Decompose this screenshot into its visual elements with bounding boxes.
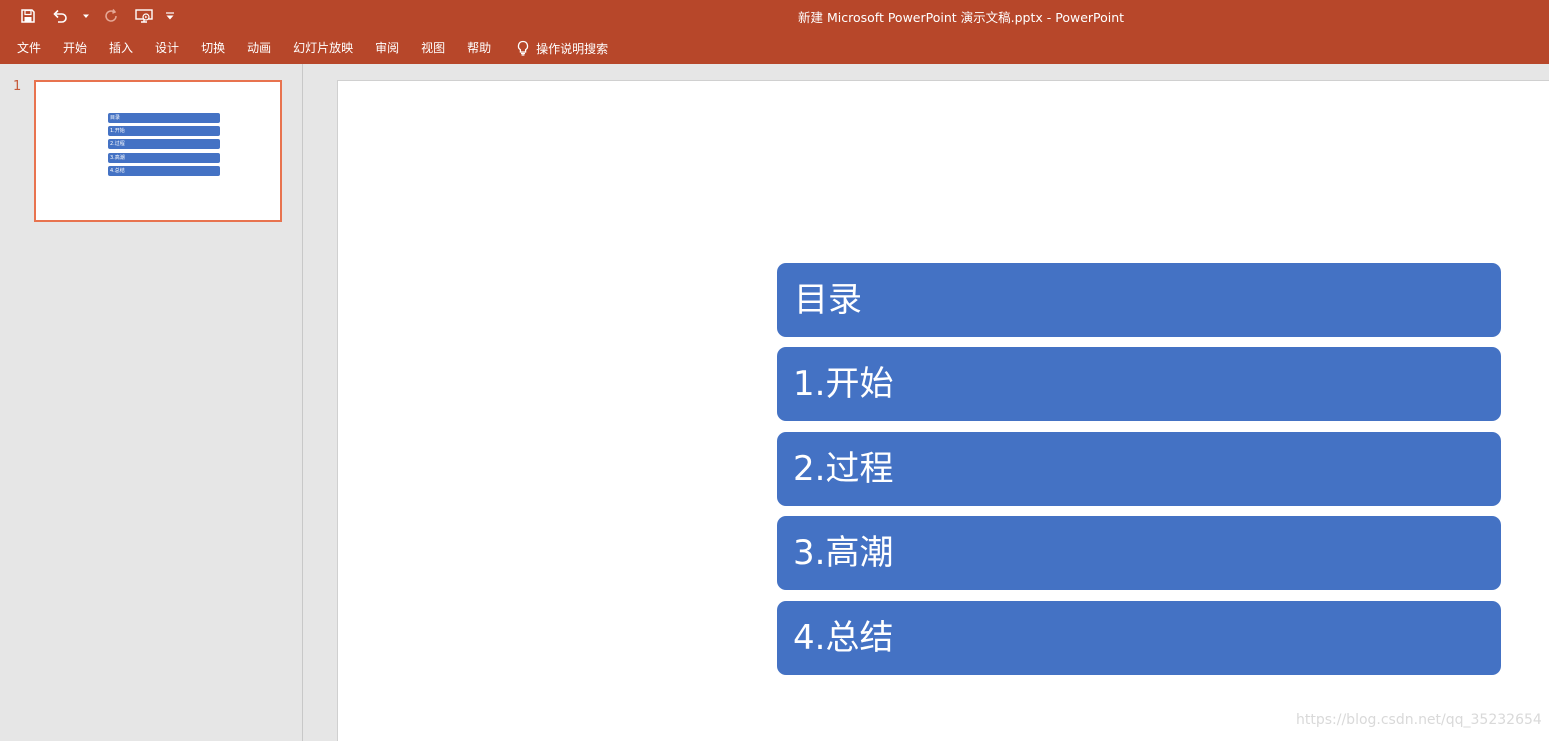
toc-item-box[interactable]: 4.总结 bbox=[777, 601, 1501, 675]
undo-icon bbox=[53, 9, 67, 23]
save-button[interactable] bbox=[14, 4, 42, 28]
undo-button[interactable] bbox=[46, 4, 74, 28]
toc-item-box[interactable]: 3.高潮 bbox=[777, 516, 1501, 590]
undo-dropdown-icon bbox=[83, 14, 89, 18]
tab-file[interactable]: 文件 bbox=[6, 32, 52, 64]
tab-transitions[interactable]: 切换 bbox=[190, 32, 236, 64]
customize-toolbar-icon bbox=[166, 12, 174, 20]
tab-slide-show[interactable]: 幻灯片放映 bbox=[282, 32, 364, 64]
tab-animations[interactable]: 动画 bbox=[236, 32, 282, 64]
tell-me-search[interactable]: 操作说明搜索 bbox=[516, 40, 608, 57]
tab-help[interactable]: 帮助 bbox=[456, 32, 502, 64]
present-from-start-icon bbox=[135, 9, 153, 23]
window-title: 新建 Microsoft PowerPoint 演示文稿.pptx - Powe… bbox=[798, 10, 1125, 25]
slide-canvas[interactable]: 目录 1.开始 2.过程 3.高潮 4.总结 bbox=[337, 80, 1549, 741]
tab-home[interactable]: 开始 bbox=[52, 32, 98, 64]
powerpoint-window: 新建 Microsoft PowerPoint 演示文稿.pptx - Powe… bbox=[0, 0, 1549, 741]
ribbon-tab-bar: 文件 开始 插入 设计 切换 动画 幻灯片放映 审阅 视图 帮助 操作说明搜索 bbox=[0, 32, 1549, 64]
tab-review[interactable]: 审阅 bbox=[364, 32, 410, 64]
slide-editor: 目录 1.开始 2.过程 3.高潮 4.总结 bbox=[303, 64, 1549, 741]
ribbon-tabs: 文件 开始 插入 设计 切换 动画 幻灯片放映 审阅 视图 帮助 操作说明搜索 bbox=[6, 32, 608, 64]
tab-design[interactable]: 设计 bbox=[144, 32, 190, 64]
slide-thumbnail-pane: 1 目录 1.开始 2.过程 3.高潮 4.总结 bbox=[0, 64, 303, 741]
tab-insert[interactable]: 插入 bbox=[98, 32, 144, 64]
watermark: https://blog.csdn.net/qq_35232654 bbox=[1296, 712, 1542, 728]
save-icon bbox=[21, 9, 35, 23]
slide-number: 1 bbox=[13, 79, 22, 94]
title-bar: 新建 Microsoft PowerPoint 演示文稿.pptx - Powe… bbox=[0, 0, 1549, 32]
thumbnail-item: 4.总结 bbox=[108, 166, 220, 176]
redo-icon bbox=[105, 9, 117, 22]
quick-access-toolbar bbox=[14, 4, 178, 28]
thumbnail-item: 目录 bbox=[108, 113, 220, 123]
customize-toolbar-button[interactable] bbox=[162, 4, 178, 28]
tell-me-label: 操作说明搜索 bbox=[536, 41, 609, 56]
thumbnail-item: 3.高潮 bbox=[108, 153, 220, 163]
present-from-start-button[interactable] bbox=[130, 4, 158, 28]
slide-thumbnail[interactable]: 目录 1.开始 2.过程 3.高潮 4.总结 bbox=[34, 80, 282, 222]
toc-title-box[interactable]: 目录 bbox=[777, 263, 1501, 337]
thumbnail-item: 1.开始 bbox=[108, 126, 220, 136]
thumbnail-item: 2.过程 bbox=[108, 139, 220, 149]
toc-item-box[interactable]: 2.过程 bbox=[777, 432, 1501, 506]
tab-view[interactable]: 视图 bbox=[410, 32, 456, 64]
undo-dropdown-button[interactable] bbox=[78, 4, 94, 28]
lightbulb-icon bbox=[518, 40, 529, 56]
redo-button[interactable] bbox=[98, 4, 126, 28]
toc-item-box[interactable]: 1.开始 bbox=[777, 347, 1501, 421]
